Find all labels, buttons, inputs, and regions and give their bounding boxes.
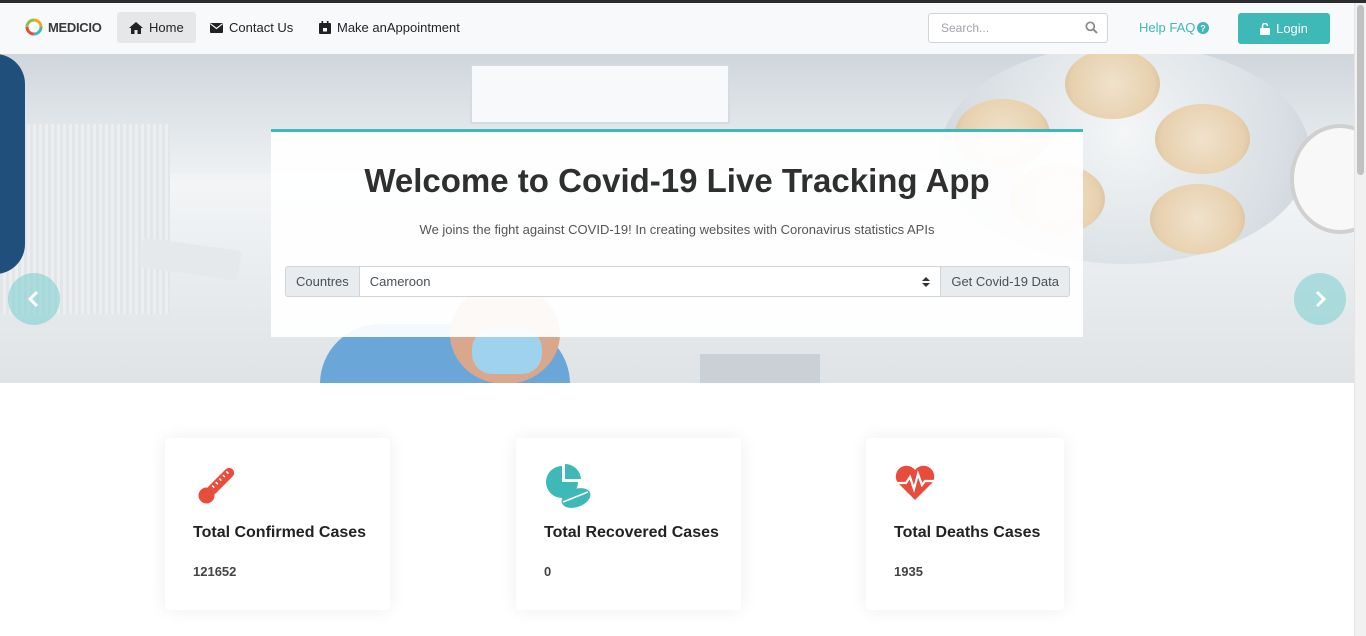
- help-faq-link[interactable]: Help FAQ ?: [1139, 20, 1210, 35]
- get-data-button[interactable]: Get Covid-19 Data: [940, 266, 1070, 297]
- country-select[interactable]: Cameroon: [359, 266, 941, 297]
- nav-home-label: Home: [149, 20, 184, 35]
- login-button[interactable]: Login: [1238, 13, 1330, 44]
- login-label: Login: [1276, 21, 1308, 36]
- stat-card-deaths: Total Deaths Cases 1935: [866, 438, 1064, 610]
- chevron-left-icon: [27, 290, 39, 308]
- envelope-icon: [210, 22, 223, 33]
- stat-value-confirmed: 121652: [193, 564, 237, 579]
- search-box: [928, 13, 1108, 43]
- chevron-right-icon: [1315, 290, 1327, 308]
- nav-contact-us[interactable]: Contact Us: [198, 12, 305, 43]
- stat-card-confirmed: Total Confirmed Cases 121652: [165, 438, 390, 610]
- page-title: Welcome to Covid-19 Live Tracking App: [364, 162, 990, 199]
- calendar-icon: [319, 21, 331, 34]
- home-icon: [129, 21, 143, 34]
- stat-title-deaths: Total Deaths Cases: [894, 524, 1041, 541]
- search-input[interactable]: [929, 21, 1074, 35]
- select-caret-icon: [922, 277, 931, 287]
- hero-background-sleeve: [0, 54, 25, 274]
- country-selected-value: Cameroon: [369, 274, 431, 289]
- stat-card-recovered: Total Recovered Cases 0: [516, 438, 741, 610]
- hero-subtitle: We joins the fight against COVID-19! In …: [419, 222, 935, 237]
- hero-card: Welcome to Covid-19 Live Tracking App We…: [271, 129, 1083, 337]
- country-form: Countres Cameroon Get Covid-19 Data: [285, 266, 1070, 297]
- page-scrollbar[interactable]: [1354, 3, 1366, 636]
- nav-appointment-label: Make anAppointment: [337, 20, 460, 35]
- stat-value-deaths: 1935: [894, 564, 923, 579]
- help-faq-label: Help FAQ: [1139, 20, 1196, 35]
- carousel-prev-button[interactable]: [8, 273, 60, 325]
- thermometer-icon: [198, 467, 235, 504]
- stat-value-recovered: 0: [544, 564, 552, 579]
- search-icon[interactable]: [1085, 21, 1098, 39]
- nav-contact-label: Contact Us: [229, 20, 294, 35]
- unlock-icon: [1260, 22, 1271, 35]
- brand-logo[interactable]: MEDICIO: [24, 17, 102, 37]
- nav-make-appointment[interactable]: Make anAppointment: [307, 12, 472, 43]
- stat-title-confirmed: Total Confirmed Cases: [193, 524, 367, 541]
- stats-section: Total Confirmed Cases 121652 Total Recov…: [0, 383, 1354, 636]
- svg-text:?: ?: [1201, 23, 1207, 33]
- nav-home[interactable]: Home: [117, 12, 196, 43]
- scrollbar-thumb[interactable]: [1357, 5, 1364, 175]
- hero-background-light-panel: [470, 64, 730, 124]
- medicio-logo-icon: [25, 18, 43, 36]
- brand-name: MEDICIO: [48, 19, 102, 35]
- country-addon-label: Countres: [285, 266, 360, 297]
- heartbeat-icon: [895, 465, 935, 500]
- carousel-next-button[interactable]: [1294, 273, 1346, 325]
- pills-icon: [546, 464, 591, 508]
- stat-title-recovered: Total Recovered Cases: [544, 524, 719, 541]
- top-navbar: MEDICIO Home Contact Us Make anAppointme…: [0, 3, 1354, 54]
- question-circle-icon: ?: [1197, 21, 1210, 34]
- hero-background-equipment: [700, 354, 820, 383]
